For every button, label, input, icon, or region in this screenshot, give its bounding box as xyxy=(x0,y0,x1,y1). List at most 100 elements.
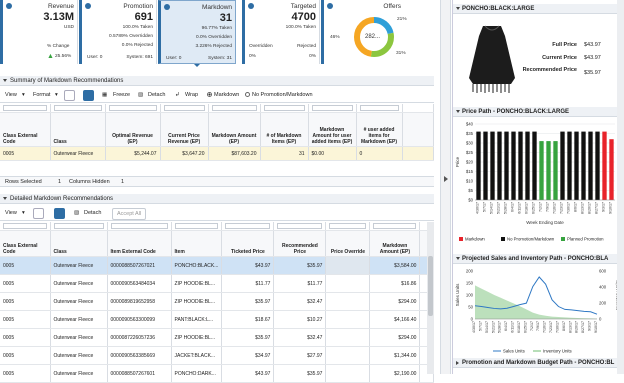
detach-button[interactable]: Detach xyxy=(84,210,101,216)
view-menu-arrow-icon[interactable]: ▾ xyxy=(22,210,25,216)
column-header[interactable]: Price Override xyxy=(325,230,371,257)
splitter-arrow-icon[interactable] xyxy=(444,176,448,182)
no-promotion-radio[interactable]: No Promotion/Markdown xyxy=(245,92,313,98)
header-filler xyxy=(402,112,434,147)
accept-all-button[interactable]: Accept All xyxy=(112,208,147,220)
freeze-icon[interactable]: ▦ xyxy=(102,92,107,98)
column-header[interactable]: # of Markdown Items (EP) xyxy=(260,112,309,147)
format-menu[interactable]: Format xyxy=(33,92,50,98)
collapse-triangle-icon[interactable] xyxy=(456,257,460,260)
filter-input[interactable] xyxy=(263,105,305,111)
x-tick-label: 7/30/17 xyxy=(555,321,559,333)
filter-input[interactable] xyxy=(211,105,257,111)
filter-input[interactable] xyxy=(3,223,47,229)
price-override-input[interactable] xyxy=(325,328,371,347)
filter-input[interactable] xyxy=(277,223,323,229)
filter-input[interactable] xyxy=(163,105,205,111)
detach-button[interactable]: Detach xyxy=(148,92,165,98)
detach-icon[interactable]: ▧ xyxy=(74,210,79,216)
filter-input[interactable] xyxy=(359,105,399,111)
view-menu[interactable]: View xyxy=(5,210,17,216)
view-menu-arrow-icon[interactable]: ▾ xyxy=(22,92,25,98)
column-header[interactable]: Markdown Amount for user added items (EP… xyxy=(308,112,357,147)
column-header[interactable]: # user added items for Markdown (EP) xyxy=(356,112,403,147)
x-tick-label: 6/4/17 xyxy=(511,202,515,212)
detailed-section-header[interactable]: Detailed Markdown Recommendations xyxy=(0,194,434,204)
filter-input[interactable] xyxy=(225,223,271,229)
filter-input[interactable] xyxy=(174,223,219,229)
x-tick-label: 6/11/17 xyxy=(511,321,515,333)
collapse-triangle-icon[interactable] xyxy=(456,7,460,10)
price-path-header[interactable]: Price Path - PONCHO:BLACK:LARGE xyxy=(453,107,624,117)
markdown-radio[interactable]: Markdown xyxy=(207,92,239,98)
freeze-button[interactable]: Freeze xyxy=(113,92,130,98)
filter-input[interactable] xyxy=(3,105,47,111)
table-row[interactable]: 0005 Outerwear Fleece 0000088507267021 PONC… xyxy=(0,256,434,275)
filter-icon[interactable] xyxy=(54,208,65,219)
collapse-triangle-icon[interactable] xyxy=(3,197,7,200)
panel-splitter[interactable] xyxy=(440,0,451,374)
wrap-icon[interactable]: ↲ xyxy=(175,92,180,98)
x-tick-label: 4/30/17 xyxy=(476,202,480,214)
wrap-button[interactable]: Wrap xyxy=(185,92,198,98)
projected-header[interactable]: Projected Sales and Inventory Path - PON… xyxy=(453,254,624,264)
format-menu-arrow-icon[interactable]: ▾ xyxy=(55,92,58,98)
vertical-scrollbar[interactable] xyxy=(427,222,434,374)
filter-input[interactable] xyxy=(373,223,417,229)
price-override-input[interactable] xyxy=(325,256,371,275)
column-header[interactable]: Ticketed Price xyxy=(221,230,275,257)
table-row[interactable]: 0005 Outerwear Fleece 0000090563300099 PANT… xyxy=(0,310,434,329)
filter-icon[interactable] xyxy=(83,90,94,101)
price-bar xyxy=(560,131,565,200)
collapse-triangle-icon[interactable] xyxy=(3,79,7,82)
table-row[interactable]: 0005 Outerwear Fleece 0000090563385669 JACK… xyxy=(0,346,434,365)
targeted-tile[interactable]: Targeted 4700 100.0% Taken Overridden Re… xyxy=(242,0,320,64)
x-tick-label: 6/25/17 xyxy=(523,321,527,333)
x-tick-label: 8/6/17 xyxy=(574,202,578,212)
price-override-input[interactable] xyxy=(325,274,371,293)
column-header[interactable]: Optimal Revenue (EP) xyxy=(105,112,161,147)
query-icon[interactable] xyxy=(33,208,44,219)
column-header[interactable]: Current Price Revenue (EP) xyxy=(160,112,209,147)
markdown-tile[interactable]: Markdown 31 96.77% Taken 0.0% Overridden… xyxy=(158,0,236,64)
filter-input[interactable] xyxy=(53,105,102,111)
column-header[interactable]: Item xyxy=(171,230,223,257)
scrollbar-thumb[interactable] xyxy=(428,256,433,316)
price-override-input[interactable] xyxy=(325,346,371,365)
view-menu[interactable]: View xyxy=(5,92,17,98)
x-tick-label: 5/28/17 xyxy=(504,202,508,214)
table-row[interactable]: 0005 Outerwear Fleece 0000089819652958 ZIP … xyxy=(0,292,434,311)
table-row[interactable]: 0005 Outerwear Fleece $5,244.07 $3,647.2… xyxy=(0,146,434,161)
collapse-triangle-icon[interactable] xyxy=(456,110,460,113)
detach-icon[interactable]: ▧ xyxy=(138,92,143,98)
column-header[interactable]: Markdown Amount (EP) xyxy=(208,112,261,147)
filter-input[interactable] xyxy=(311,105,353,111)
filter-input[interactable] xyxy=(53,223,104,229)
filter-input[interactable] xyxy=(329,223,367,229)
table-row[interactable]: 0005 Outerwear Fleece 0000087226057236 ZIP … xyxy=(0,328,434,347)
column-header[interactable]: Class External Code xyxy=(0,230,51,257)
right-scrollbar[interactable] xyxy=(617,0,624,374)
budget-header[interactable]: Promotion and Markdown Budget Path - PON… xyxy=(453,358,624,368)
promotion-tile[interactable]: Promotion 691 100.0% Taken 0.5789% Overr… xyxy=(79,0,157,64)
price-bar xyxy=(602,131,607,200)
query-icon[interactable] xyxy=(64,90,75,101)
offers-tile[interactable]: Offers 282... 21% 46% 31% xyxy=(321,0,431,64)
filter-input[interactable] xyxy=(108,105,157,111)
x-tick-label: 7/16/17 xyxy=(553,202,557,214)
expand-triangle-icon[interactable] xyxy=(456,360,459,365)
column-header[interactable]: Markdown Amount (EP) xyxy=(369,230,421,257)
column-header[interactable]: Item External Code xyxy=(107,230,172,257)
column-header[interactable]: Class xyxy=(50,230,108,257)
price-override-input[interactable] xyxy=(325,292,371,311)
filter-input[interactable] xyxy=(110,223,168,229)
product-header[interactable]: PONCHO:BLACK:LARGE xyxy=(453,4,624,14)
column-header[interactable]: Recommended Price xyxy=(273,230,327,257)
price-override-input[interactable] xyxy=(325,310,371,329)
summary-section-header[interactable]: Summary of Markdown Recommendations xyxy=(0,76,434,86)
column-header[interactable]: Class External Code xyxy=(0,112,51,147)
table-row[interactable]: 0005 Outerwear Fleece 0000090563484034 ZIP … xyxy=(0,274,434,293)
column-header[interactable]: Class xyxy=(50,112,106,147)
legend-label: Sales Units xyxy=(503,349,525,354)
revenue-tile[interactable]: Revenue 3.13M USD % Change ▲ 25.56% xyxy=(0,0,78,64)
